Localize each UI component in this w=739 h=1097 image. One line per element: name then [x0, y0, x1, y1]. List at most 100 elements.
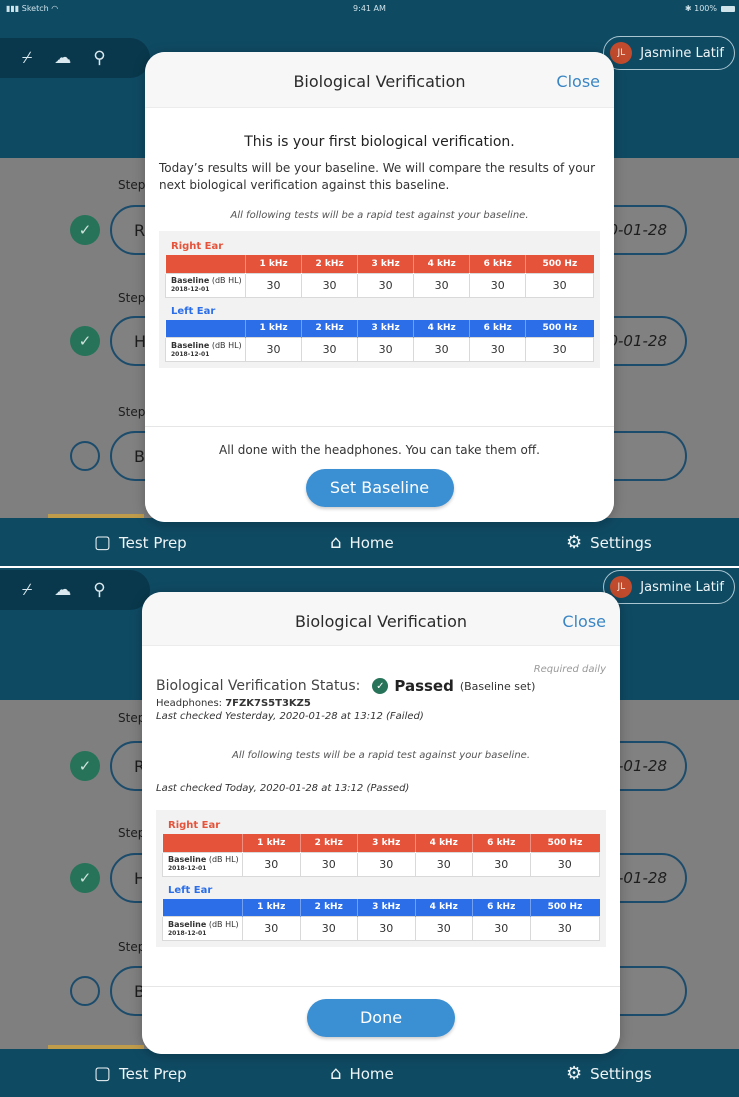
modal-footer: All done with the headphones. You can ta… [145, 426, 614, 522]
right-ear-table: 1 kHz 2 kHz 3 kHz 4 kHz 6 kHz 500 Hz Bas… [162, 834, 600, 877]
value-cell: 30 [469, 337, 527, 362]
clipboard-icon: ▢ [94, 532, 112, 553]
required-daily-note: Required daily [533, 664, 606, 675]
tab-label: Home [349, 1064, 394, 1083]
row-label: Baseline (dB HL) 2018-12-01 [162, 916, 243, 941]
tab-home[interactable]: ⌂ Home [330, 532, 394, 553]
row-label: Baseline (dB HL) 2018-12-01 [165, 337, 246, 362]
tab-settings[interactable]: ⚙ Settings [566, 532, 652, 553]
table-header-blank [162, 834, 243, 852]
freq-header: 6 kHz [472, 834, 530, 852]
step-title: B [134, 447, 145, 466]
screen-passed: ⌿ ☁ ⚲ JL Jasmine Latif Step ✓ R 0-01-28 … [0, 568, 739, 1097]
left-ear-label: Left Ear [171, 305, 216, 317]
cloud-upload-icon[interactable]: ☁ [54, 580, 71, 600]
tab-label: Settings [590, 533, 652, 552]
wifi-off-icon[interactable]: ⌿ [22, 48, 32, 68]
value-cell: 30 [299, 851, 358, 877]
value-cell: 30 [413, 337, 471, 362]
usb-icon[interactable]: ⚲ [93, 580, 105, 600]
freq-header: 4 kHz [413, 255, 470, 273]
value-cell: 30 [357, 337, 415, 362]
freq-header: 4 kHz [413, 319, 470, 338]
usb-icon[interactable]: ⚲ [93, 48, 105, 68]
step-label: Step [118, 405, 146, 419]
verification-modal: Biological Verification Close This is yo… [145, 52, 614, 522]
tab-bar: ▢ Test Prep ⌂ Home ⚙ Settings [0, 1049, 739, 1097]
value-cell: 30 [414, 916, 473, 941]
done-button[interactable]: Done [307, 999, 455, 1037]
left-ear-table: 1 kHz 2 kHz 3 kHz 4 kHz 6 kHz 500 Hz Bas… [165, 319, 594, 362]
freq-header: 1 kHz [242, 898, 300, 917]
close-button[interactable]: Close [556, 72, 600, 91]
close-button[interactable]: Close [562, 612, 606, 631]
tab-label: Settings [590, 1064, 652, 1083]
connection-toolbar: ⌿ ☁ ⚲ [0, 38, 150, 78]
left-ear-table: 1 kHz 2 kHz 3 kHz 4 kHz 6 kHz 500 Hz Bas… [162, 898, 600, 941]
value-cell: 30 [469, 272, 527, 298]
set-baseline-button[interactable]: Set Baseline [305, 469, 454, 507]
table-row: Baseline (dB HL) 2018-12-01 30 30 30 30 3… [165, 337, 594, 362]
row-label: Baseline (dB HL) 2018-12-01 [165, 272, 246, 298]
freq-header: 4 kHz [414, 834, 473, 852]
headphones-id: 7FZK7S5T3KZ5 [225, 698, 311, 709]
tab-test-prep[interactable]: ▢ Test Prep [94, 532, 187, 553]
headphones-done-text: All done with the headphones. You can ta… [219, 443, 540, 457]
clipboard-icon: ▢ [94, 1063, 112, 1084]
passed-check-icon: ✓ [372, 678, 389, 694]
value-cell: 30 [357, 916, 416, 941]
modal-body: Required daily Biological Verification S… [142, 664, 620, 947]
value-cell: 30 [525, 272, 594, 298]
value-cell: 30 [357, 272, 415, 298]
user-chip[interactable]: JL Jasmine Latif [603, 570, 735, 604]
cloud-upload-icon[interactable]: ☁ [54, 48, 71, 68]
freq-header: 4 kHz [414, 898, 473, 917]
tab-bar: ▢ Test Prep ⌂ Home ⚙ Settings [0, 518, 739, 566]
freq-header: 3 kHz [357, 834, 415, 852]
last-checked-today: Last checked Today, 2020-01-28 at 13:12 … [156, 783, 410, 794]
value-cell: 30 [301, 337, 359, 362]
step-label: Step [118, 291, 146, 305]
value-cell: 30 [244, 272, 303, 298]
right-ear-table: 1 kHz 2 kHz 3 kHz 4 kHz 6 kHz 500 Hz Bas… [165, 255, 594, 298]
check-icon: ✓ [70, 326, 100, 356]
freq-header: 1 kHz [242, 834, 300, 852]
clock: 9:41 AM [353, 4, 386, 13]
battery-label: ✱ 100% [684, 4, 717, 13]
status-bar: ▮▮▮ Sketch ◠ 9:41 AM ✱ 100% [0, 0, 739, 18]
value-cell: 30 [301, 272, 359, 298]
wifi-off-icon[interactable]: ⌿ [22, 580, 32, 600]
home-icon: ⌂ [330, 1063, 342, 1084]
modal-footer: Done [142, 986, 620, 1054]
tab-settings[interactable]: ⚙ Settings [566, 1063, 652, 1084]
step-label: Step [118, 178, 146, 192]
freq-header: 2 kHz [301, 319, 358, 338]
freq-header: 1 kHz [244, 255, 302, 273]
check-icon: ✓ [70, 215, 100, 245]
value-cell: 30 [472, 851, 531, 877]
value-cell: 30 [413, 272, 471, 298]
status-value: Passed [394, 677, 454, 695]
value-cell: 30 [529, 916, 600, 941]
tab-home[interactable]: ⌂ Home [330, 1063, 394, 1084]
modal-header: Biological Verification Close [145, 52, 614, 108]
value-cell: 30 [357, 851, 416, 877]
freq-header: 500 Hz [529, 898, 600, 917]
first-verification-heading: This is your first biological verificati… [244, 134, 515, 150]
table-header-blank [165, 319, 246, 338]
tab-test-prep[interactable]: ▢ Test Prep [94, 1063, 187, 1084]
left-ear-label: Left Ear [168, 884, 213, 896]
modal-title: Biological Verification [293, 72, 466, 91]
step-title: R [134, 221, 146, 240]
home-icon: ⌂ [330, 532, 342, 553]
table-header-blank [165, 255, 246, 273]
tab-label: Test Prep [119, 1064, 187, 1083]
connection-toolbar: ⌿ ☁ ⚲ [0, 570, 150, 610]
check-icon: ✓ [70, 863, 100, 893]
user-chip[interactable]: JL Jasmine Latif [603, 36, 735, 70]
freq-header: 3 kHz [357, 898, 415, 917]
user-name: Jasmine Latif [640, 579, 724, 595]
freq-header: 500 Hz [525, 319, 594, 338]
battery-icon [721, 6, 735, 12]
freq-header: 6 kHz [469, 319, 526, 338]
